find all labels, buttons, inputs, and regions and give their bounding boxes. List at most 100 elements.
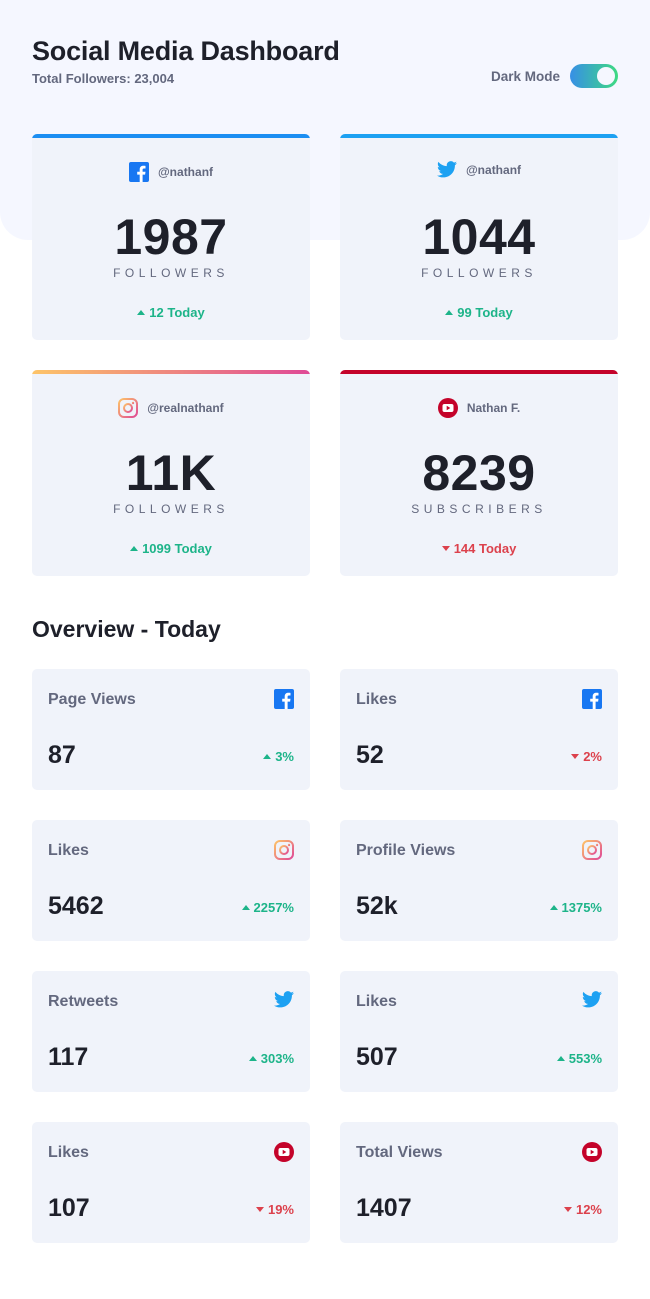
follower-count: 11K <box>125 445 217 501</box>
follower-card-facebook[interactable]: @nathanf 1987 FOLLOWERS 12 Today <box>32 134 310 340</box>
instagram-icon <box>582 840 602 860</box>
overview-label: Likes <box>356 691 397 708</box>
instagram-icon <box>118 398 139 418</box>
follower-count: 1987 <box>114 209 228 265</box>
arrow-up-icon <box>549 905 558 910</box>
change-text: 19% <box>267 1202 294 1217</box>
handle: @nathanf <box>465 162 522 177</box>
card-accent-bar <box>32 134 310 138</box>
follower-card-twitter[interactable]: @nathanf 1044 FOLLOWERS 99 Today <box>340 134 618 340</box>
overview-change: 2% <box>571 749 602 764</box>
arrow-up-icon <box>241 905 250 910</box>
arrow-down-icon <box>563 1207 572 1212</box>
arrow-up-icon <box>137 310 146 315</box>
youtube-icon <box>274 1142 294 1162</box>
change-text: 12 Today <box>149 305 205 320</box>
page-title: Social Media Dashboard <box>32 36 340 66</box>
arrow-up-icon <box>556 1056 565 1061</box>
overview-change: 12% <box>563 1202 602 1217</box>
follower-caption: SUBSCRIBERS <box>411 502 547 516</box>
overview-label: Likes <box>48 842 89 859</box>
arrow-up-icon <box>263 754 272 759</box>
overview-change: 2257% <box>241 900 294 915</box>
facebook-icon <box>582 689 602 709</box>
today-change: 144 Today <box>340 541 618 556</box>
arrow-up-icon <box>248 1056 257 1061</box>
change-text: 144 Today <box>453 541 517 556</box>
change-text: 553% <box>568 1051 602 1066</box>
twitter-icon <box>274 991 294 1011</box>
header: Social Media Dashboard Total Followers: … <box>32 36 618 96</box>
change-text: 303% <box>260 1051 294 1066</box>
overview-card[interactable]: Page Views 87 3% <box>32 669 310 790</box>
change-text: 1375% <box>561 900 602 915</box>
arrow-down-icon <box>571 754 580 759</box>
overview-value: 5462 <box>48 892 104 920</box>
overview-card[interactable]: Total Views 1407 12% <box>340 1122 618 1243</box>
handle: Nathan F. <box>466 401 521 415</box>
change-text: 2257% <box>253 900 294 915</box>
youtube-icon <box>437 398 458 418</box>
card-accent-bar <box>340 134 618 138</box>
today-change: 1099 Today <box>32 541 310 556</box>
overview-value: 52 <box>356 741 384 769</box>
dark-mode-toggle[interactable] <box>570 64 618 88</box>
follower-caption: FOLLOWERS <box>113 502 229 516</box>
today-change: 12 Today <box>32 305 310 320</box>
overview-label: Total Views <box>356 1144 443 1161</box>
handle-row: Nathan F. <box>340 398 618 418</box>
overview-value: 117 <box>48 1043 89 1071</box>
dark-mode-label: Dark Mode <box>490 68 560 84</box>
toggle-knob <box>597 67 615 85</box>
overview-label: Profile Views <box>356 842 456 859</box>
youtube-icon <box>582 1142 602 1162</box>
overview-card[interactable]: Likes 52 2% <box>340 669 618 790</box>
follower-count: 1044 <box>422 209 536 265</box>
overview-title: Overview - Today <box>32 616 221 642</box>
overview-change: 1375% <box>549 900 602 915</box>
follower-caption: FOLLOWERS <box>113 266 229 280</box>
dark-mode-control: Dark Mode <box>491 64 618 88</box>
handle: @nathanf <box>157 165 214 179</box>
follower-card-instagram[interactable]: @realnathanf 11K FOLLOWERS 1099 Today <box>32 370 310 576</box>
overview-label: Retweets <box>48 993 119 1010</box>
overview-value: 87 <box>48 741 76 769</box>
handle-row: @nathanf <box>32 162 310 182</box>
change-text: 12% <box>575 1202 602 1217</box>
arrow-down-icon <box>255 1207 264 1212</box>
overview-change: 3% <box>263 749 294 764</box>
overview-label: Page Views <box>48 691 136 708</box>
overview-value: 1407 <box>356 1194 412 1222</box>
overview-label: Likes <box>356 993 397 1010</box>
overview-card[interactable]: Retweets 117 303% <box>32 971 310 1092</box>
overview-label: Likes <box>48 1144 89 1161</box>
overview-change: 553% <box>556 1051 602 1066</box>
instagram-icon <box>274 840 294 860</box>
change-text: 99 Today <box>457 305 513 320</box>
twitter-icon <box>582 991 602 1011</box>
arrow-up-icon <box>130 546 139 551</box>
today-change: 99 Today <box>340 305 618 320</box>
overview-value: 52k <box>356 892 398 920</box>
overview-card[interactable]: Likes 507 553% <box>340 971 618 1092</box>
facebook-icon <box>128 162 149 182</box>
card-accent-bar <box>32 370 310 374</box>
card-accent-bar <box>340 370 618 374</box>
overview-card[interactable]: Likes 5462 2257% <box>32 820 310 941</box>
handle-row: @realnathanf <box>32 398 310 418</box>
arrow-up-icon <box>445 310 454 315</box>
arrow-down-icon <box>441 546 450 551</box>
handle: @realnathanf <box>147 401 224 415</box>
overview-card[interactable]: Profile Views 52k 1375% <box>340 820 618 941</box>
follower-caption: FOLLOWERS <box>421 266 537 280</box>
change-text: 2% <box>583 749 602 764</box>
follower-card-youtube[interactable]: Nathan F. 8239 SUBSCRIBERS 144 Today <box>340 370 618 576</box>
follower-count: 8239 <box>422 445 536 501</box>
overview-card[interactable]: Likes 107 19% <box>32 1122 310 1243</box>
overview-value: 507 <box>356 1043 398 1071</box>
overview-value: 107 <box>48 1194 90 1222</box>
facebook-icon <box>274 689 294 709</box>
twitter-icon <box>436 161 457 178</box>
change-text: 3% <box>275 749 294 764</box>
overview-change: 19% <box>255 1202 294 1217</box>
